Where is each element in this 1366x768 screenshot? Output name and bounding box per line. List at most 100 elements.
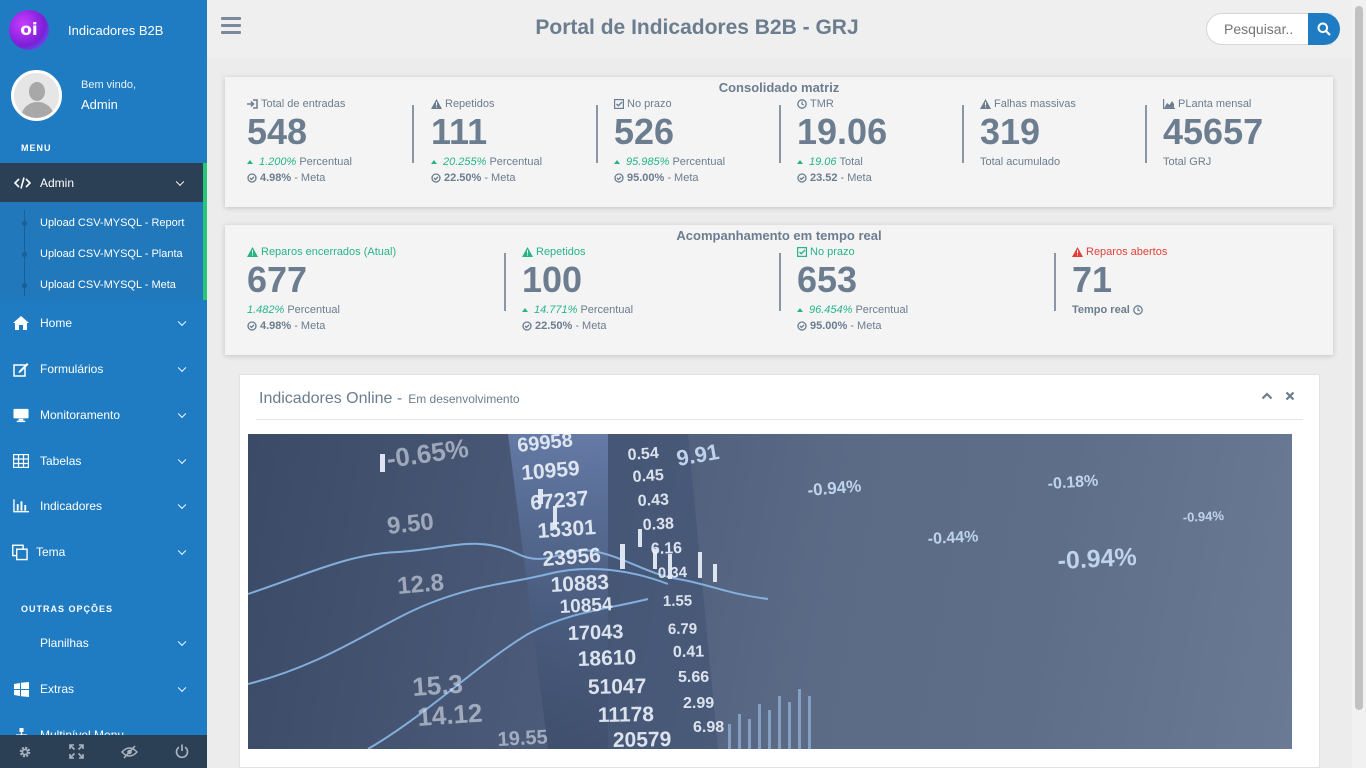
warning-icon [980,99,991,109]
close-icon[interactable] [1285,391,1295,401]
search-icon [1317,22,1331,36]
eye-slash-icon[interactable] [120,744,138,759]
stat-repetidos: Repetidos 111 20.255% Percentual 22.50% - … [431,98,542,184]
sidebar-item-extras[interactable]: Extras [0,674,207,704]
stat-percent: 1.482% [247,304,285,316]
clone-icon [12,544,28,560]
search-button[interactable] [1308,13,1340,45]
stock-image-number: 19.55 [497,726,548,749]
stock-image-number: -0.18% [1047,472,1099,492]
warning-icon [247,247,258,257]
brand[interactable]: oi Indicadores B2B [0,0,207,60]
stock-image-number: 14.12 [416,698,483,732]
panel-subtitle: Em desenvolvimento [408,392,520,406]
stat-label: Repetidos [536,246,586,258]
stat-label: Total de entradas [261,98,346,110]
warning-icon [522,247,533,257]
warning-icon [431,99,442,109]
chevron-up-icon[interactable] [1261,391,1273,401]
chevron-down-icon [175,177,185,186]
stat-percent-label: Percentual [489,156,543,168]
stat-value: 100 [522,259,583,300]
tempo-real-card: Acompanhamento em tempo real Reparos enc… [225,225,1333,355]
stock-image-number: 10854 [559,594,613,618]
submenu-upload-meta[interactable]: Upload CSV-MYSQL - Meta [40,279,176,291]
stat-percent-label: Percentual [287,304,340,316]
area-chart-icon [1163,99,1175,109]
page-scrollbar[interactable] [1352,0,1366,768]
stat-label: TMR [810,98,834,110]
stat-percent: 96.454% [809,304,853,316]
stock-image-number: 11178 [598,703,655,727]
caret-up-icon [797,308,803,312]
chevron-down-icon [177,500,187,510]
sidebar-item-indicadores[interactable]: Indicadores [0,491,207,521]
panel-title: Indicadores Online - Em desenvolvimento [259,390,520,408]
stock-image-number: 15.3 [411,669,464,702]
scroll-thumb[interactable] [1355,6,1363,710]
stat-percent: 95.985% [626,156,670,168]
stat-value: 19.06 [797,111,888,152]
stock-image-number: 15301 [537,516,597,543]
user-panel: Bem vindo, Admin [0,60,207,130]
sidebar-item-tema[interactable]: Tema [0,537,207,567]
avatar[interactable] [11,69,62,121]
sidebar-item-home[interactable]: Home [0,308,207,338]
check-circle-icon [247,321,257,331]
warning-icon [1072,247,1083,257]
sidebar-footer [0,735,207,768]
stat-meta: 22.50% [444,172,482,184]
stat-percent: 20.255% [443,156,487,168]
sidebar-item-monitoramento[interactable]: Monitoramento [0,400,207,430]
submenu-upload-report[interactable]: Upload CSV-MYSQL - Report [40,217,184,229]
stat-meta: 22.50% [535,320,573,332]
welcome-text: Bem vindo, [81,78,137,91]
stat-value: 45657 [1163,111,1264,152]
stock-image-number: 10883 [550,571,610,597]
stat-meta: 4.98% [260,172,292,184]
stat-label: No prazo [810,246,855,258]
gear-icon[interactable] [18,745,32,759]
stock-image-number: 12.8 [396,569,445,600]
caret-up-icon [247,160,253,164]
stat-value: 526 [614,111,675,152]
stat-caption: Total acumulado [980,156,1061,168]
sidebar-item-label: Extras [40,682,75,696]
sidebar-item-tabelas[interactable]: Tabelas [0,446,207,476]
stock-image-number: 17043 [567,621,623,645]
caret-up-icon [431,160,437,164]
sidebar-item-label: Admin [40,175,75,190]
stock-image-number: -0.44% [927,528,979,548]
stat-value: 548 [247,111,308,152]
stat-falhas-massivas: Falhas massivas 319 Total acumulado [980,98,1076,168]
indicadores-online-panel: Indicadores Online - Em desenvolvimento [239,374,1320,768]
stat-tmr: TMR 19.06 19.06 Total 23.52- Meta [797,98,887,184]
sidebar-item-admin[interactable]: Admin [0,163,203,202]
stat-meta: 95.00% [810,320,848,332]
stat-percent-label: Percentual [299,156,352,168]
check-square-icon [614,99,624,109]
stat-no-prazo: No prazo 526 95.985% Percentual 95.00% - M… [614,98,725,184]
admin-submenu: Upload CSV-MYSQL - Report Upload CSV-MYS… [0,202,203,300]
stat-planta-mensal: PLanta mensal 45657 Total GRJ [1163,98,1263,168]
submenu-upload-planta[interactable]: Upload CSV-MYSQL - Planta [40,248,183,260]
other-options-title: OUTRAS OPÇÕES [21,604,114,614]
caret-up-icon [797,160,803,164]
stat-percent-label: Percentual [855,304,909,316]
power-icon[interactable] [175,744,189,759]
stock-image-number: 23956 [542,544,602,571]
sidebar-item-label: Formulários [40,362,104,376]
stock-image-number: 9.50 [386,508,435,540]
stock-market-image: 69958 10959 67237 15301 23956 10883 10854 17043… [248,434,1292,749]
brand-name: Indicadores B2B [68,22,164,38]
clock-icon [1133,305,1143,315]
stat-value: 677 [247,259,308,300]
sidebar-item-planilhas[interactable]: Planilhas [0,628,207,658]
code-icon [14,176,31,189]
sidebar-item-formularios[interactable]: Formulários [0,354,207,384]
stat-meta-label: - Meta [575,320,607,332]
stat-percent: 19.06 [809,156,837,168]
stock-image-number: -0.94% [1182,508,1224,525]
fullscreen-icon[interactable] [69,744,84,759]
stat-meta: 4.98% [260,320,292,332]
